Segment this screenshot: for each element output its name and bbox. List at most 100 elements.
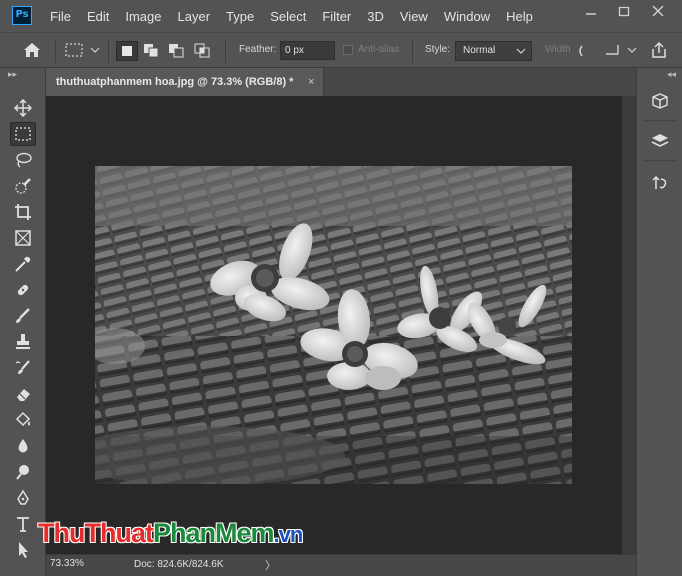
status-menu-arrow[interactable]: 〉 [265,557,276,573]
feather-input[interactable]: 0 px [280,41,335,60]
style-label: Style: [425,44,451,55]
history-panel-button[interactable] [647,170,673,196]
anti-alias-label: Anti-alias [358,44,400,55]
path-selection-tool[interactable] [10,538,36,562]
menu-select[interactable]: Select [262,9,314,24]
share-icon [652,41,666,58]
menu-bar: Ps File Edit Image Layer Type Select Fil… [0,0,682,32]
vertical-scrollbar[interactable] [622,96,636,554]
subtract-from-selection-button[interactable] [166,41,188,61]
home-icon [24,43,40,57]
menu-3d[interactable]: 3D [359,9,392,24]
tools-panel: ▸▸ [0,68,46,576]
menu-type[interactable]: Type [218,9,262,24]
close-window-button[interactable] [642,0,674,22]
document-image[interactable] [95,166,572,484]
intersect-selection-icon [194,43,210,58]
healing-brush-icon [17,284,29,296]
intersect-selection-button[interactable] [192,41,214,61]
brush-tool[interactable] [10,304,36,328]
style-value: Normal [463,45,496,56]
type-tool[interactable] [10,512,36,536]
minimize-button[interactable] [575,0,607,22]
width-field[interactable] [576,43,592,62]
collapse-toolbar-icon[interactable]: ▸▸ [8,70,17,80]
style-select[interactable]: Normal [455,41,532,61]
menu-help[interactable]: Help [498,9,541,24]
path-selection-icon [19,542,28,558]
paint-bucket-tool[interactable] [10,408,36,432]
menu-image[interactable]: Image [117,9,169,24]
quick-selection-tool[interactable] [10,174,36,198]
history-icon [652,175,667,189]
watermark-part-2: PhanMem [152,518,275,548]
share-button[interactable] [650,41,668,63]
history-brush-icon [15,360,30,374]
brush-icon [16,308,30,323]
document-size-info: Doc: 824.6K/824.6K [134,559,224,570]
home-button[interactable] [22,41,42,63]
menu-layer[interactable]: Layer [170,9,219,24]
history-brush-tool[interactable] [10,356,36,380]
rectangular-marquee-tool[interactable] [10,122,36,146]
document-tab-bar: thuthuatphanmem hoa.jpg @ 73.3% (RGB/8) … [46,68,636,96]
refine-edge-icon [606,45,637,55]
clone-stamp-icon [16,334,30,349]
restore-icon [618,6,630,17]
marquee-preset-icon [65,43,100,57]
eraser-icon [17,389,30,401]
layers-panel-button[interactable] [647,128,673,154]
frame-tool[interactable] [10,226,36,250]
close-tab-icon[interactable]: × [308,68,314,96]
document-tab[interactable]: thuthuatphanmem hoa.jpg @ 73.3% (RGB/8) … [46,68,324,96]
blur-icon [18,439,28,453]
tool-preset-picker[interactable] [64,42,102,62]
paint-bucket-icon [15,411,31,427]
width-label: Width [545,44,571,55]
crop-tool[interactable] [10,200,36,224]
width-field-icon [579,45,583,57]
menu-edit[interactable]: Edit [79,9,117,24]
eyedropper-icon [15,256,31,272]
crop-icon [15,204,31,220]
chevron-down-icon [516,48,526,54]
quick-selection-icon [15,178,31,194]
healing-brush-tool[interactable] [10,278,36,302]
document-tab-title: thuthuatphanmem hoa.jpg @ 73.3% (RGB/8) … [56,76,294,88]
refine-edge-button[interactable] [604,42,640,62]
menu-filter[interactable]: Filter [314,9,359,24]
add-to-selection-button[interactable] [141,41,163,61]
eyedropper-tool[interactable] [10,252,36,276]
subtract-from-selection-icon [169,44,184,58]
3d-panel-button[interactable] [647,88,673,114]
options-bar: Feather: 0 px Anti-alias Style: Normal W… [0,32,682,68]
watermark-logo: ThuThuatPhanMem.vn [38,518,304,549]
menu-file[interactable]: File [42,9,79,24]
close-icon [652,5,664,17]
dodge-icon [16,465,29,480]
dodge-tool[interactable] [10,460,36,484]
lasso-icon [16,152,32,168]
new-selection-icon [122,46,132,56]
photoshop-logo: Ps [12,6,32,25]
watermark-part-3: .vn [273,522,304,547]
add-to-selection-icon [144,44,159,58]
menu-window[interactable]: Window [436,9,498,24]
lasso-tool[interactable] [10,148,36,172]
new-selection-button[interactable] [116,41,138,61]
restore-button[interactable] [608,0,640,22]
anti-alias-checkbox[interactable] [343,45,353,55]
move-tool[interactable] [10,96,36,120]
menu-items: File Edit Image Layer Type Select Filter… [42,0,541,32]
eraser-tool[interactable] [10,382,36,406]
type-icon [17,517,29,532]
status-bar: 73.33% Doc: 824.6K/824.6K 〉 [46,554,636,576]
clone-stamp-tool[interactable] [10,330,36,354]
blur-tool[interactable] [10,434,36,458]
menu-view[interactable]: View [392,9,436,24]
move-icon [14,99,32,117]
right-panel-dock: ◂◂ [636,68,682,576]
pen-tool[interactable] [10,486,36,510]
collapse-panels-icon[interactable]: ◂◂ [667,70,676,80]
zoom-field[interactable]: 73.33% [50,558,84,569]
